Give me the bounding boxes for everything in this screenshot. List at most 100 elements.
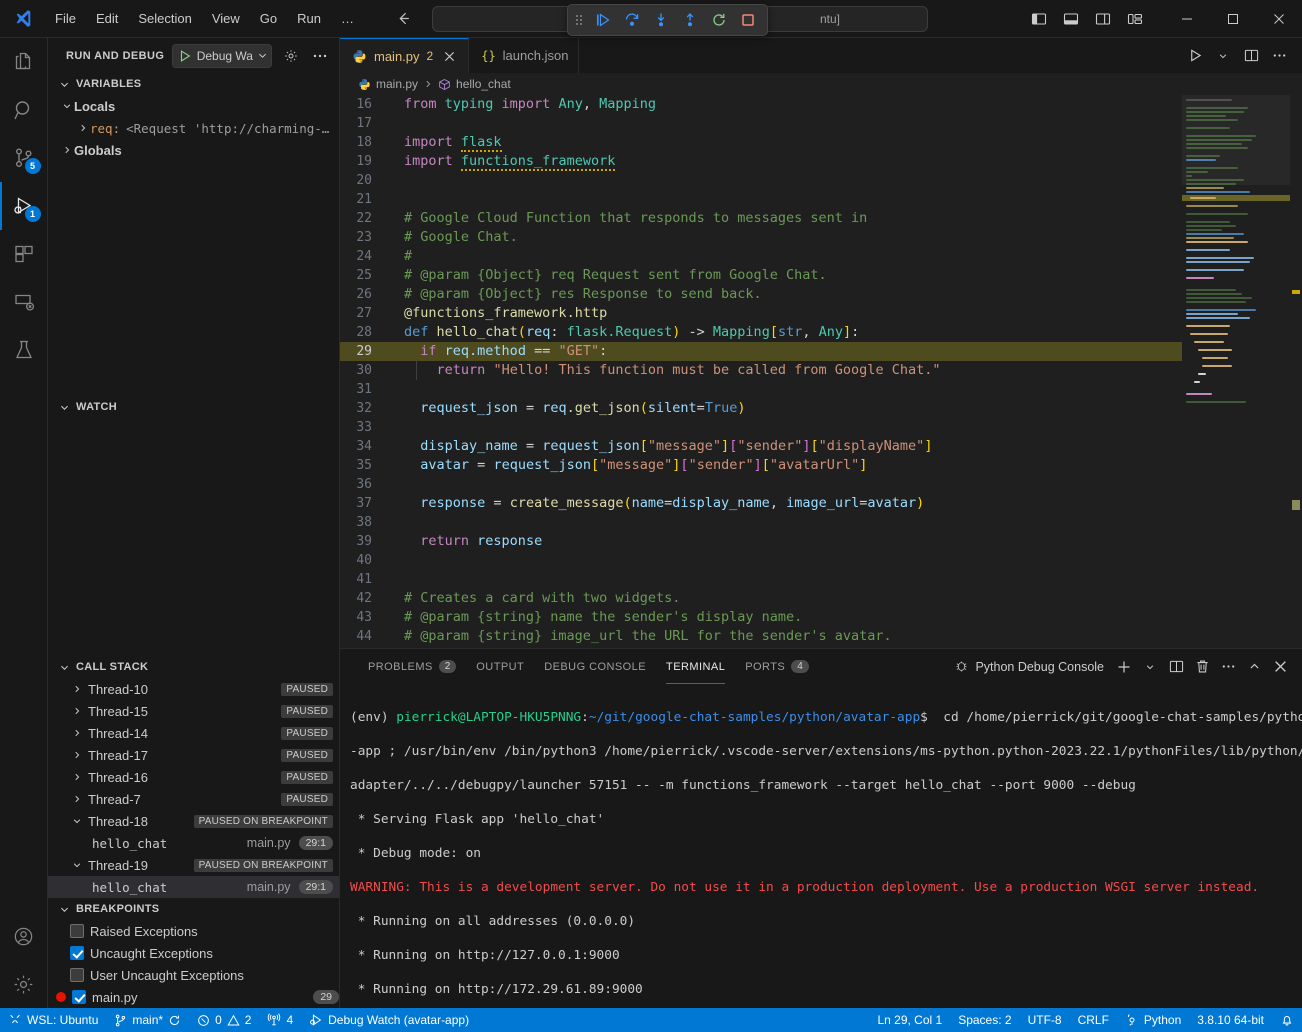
toggle-panel-icon[interactable] (1056, 6, 1086, 32)
code-line[interactable]: 34 display_name = request_json["message"… (340, 437, 1182, 456)
breadcrumb-file[interactable]: main.py (376, 77, 418, 91)
menu-more[interactable]: … (332, 8, 363, 29)
open-launch-json-icon[interactable] (280, 45, 301, 67)
activity-item-source-control[interactable]: 5 (0, 134, 48, 182)
code-line[interactable]: 41 (340, 570, 1182, 589)
drag-handle-icon[interactable] (574, 15, 587, 25)
status-indentation[interactable]: Spaces: 2 (950, 1008, 1019, 1032)
maximize-panel-icon[interactable] (1242, 655, 1266, 679)
variables-scope-locals[interactable]: Locals (48, 95, 339, 117)
terminal-selector[interactable]: Python Debug Console (954, 659, 1110, 674)
code-line[interactable]: 21 (340, 190, 1182, 209)
restart-button[interactable] (706, 8, 732, 32)
code-line[interactable]: 24# (340, 247, 1182, 266)
table-row[interactable]: Thread-10 PAUSED (48, 678, 339, 700)
activity-item-search[interactable] (0, 86, 48, 134)
code-line[interactable]: 39 return response (340, 532, 1182, 551)
step-into-button[interactable] (648, 8, 674, 32)
code-line[interactable]: 17 (340, 114, 1182, 133)
minimap[interactable] (1182, 95, 1302, 648)
checkbox[interactable] (70, 924, 84, 938)
breadcrumb-symbol[interactable]: hello_chat (456, 77, 511, 91)
table-row[interactable]: Thread-7 PAUSED (48, 788, 339, 810)
section-header-breakpoints[interactable]: BREAKPOINTS (48, 898, 339, 920)
status-debug-session[interactable]: Debug Watch (avatar-app) (301, 1008, 477, 1032)
start-debugging-icon[interactable] (173, 49, 196, 63)
code-line[interactable]: 43# @param {string} name the sender's di… (340, 608, 1182, 627)
list-item[interactable]: hello_chat main.py 29:1 (48, 876, 339, 898)
activity-item-explorer[interactable] (0, 38, 48, 86)
activity-item-accounts[interactable] (0, 912, 48, 960)
tab-main-py[interactable]: main.py 2 (340, 38, 469, 73)
activity-item-remote-explorer[interactable] (0, 278, 48, 326)
split-terminal-icon[interactable] (1164, 655, 1188, 679)
section-header-variables[interactable]: VARIABLES (48, 73, 339, 95)
menu-run[interactable]: Run (288, 8, 330, 29)
code-line[interactable]: 44# @param {string} image_url the URL fo… (340, 627, 1182, 646)
code-line[interactable]: 26# @param {Object} res Response to send… (340, 285, 1182, 304)
code-lines-container[interactable]: 16from typing import Any, Mapping 17 18i… (340, 95, 1182, 648)
chevron-down-icon[interactable] (254, 50, 272, 61)
menu-file[interactable]: File (46, 8, 85, 29)
sync-icon[interactable] (168, 1014, 181, 1027)
section-header-callstack[interactable]: CALL STACK (48, 656, 339, 678)
code-line[interactable]: 38 (340, 513, 1182, 532)
code-line[interactable]: 22# Google Cloud Function that responds … (340, 209, 1182, 228)
code-line[interactable]: 37 response = create_message(name=displa… (340, 494, 1182, 513)
code-line[interactable]: 25# @param {Object} req Request sent fro… (340, 266, 1182, 285)
code-line[interactable]: 30 return "Hello! This function must be … (340, 361, 1182, 380)
status-encoding[interactable]: UTF-8 (1020, 1008, 1070, 1032)
sidebar-more-actions-icon[interactable] (310, 45, 331, 67)
new-terminal-icon[interactable] (1112, 655, 1136, 679)
status-ports[interactable]: 4 (259, 1008, 301, 1032)
code-line[interactable]: 31 (340, 380, 1182, 399)
section-header-watch[interactable]: WATCH (48, 396, 339, 418)
code-line-breakpoint[interactable]: 29 if req.method == "GET": (340, 342, 1182, 361)
checkbox[interactable] (70, 946, 84, 960)
breakpoint-uncaught-exceptions[interactable]: Uncaught Exceptions (48, 942, 339, 964)
code-line[interactable]: 42# Creates a card with two widgets. (340, 589, 1182, 608)
tab-launch-json[interactable]: {} launch.json (469, 38, 579, 73)
chevron-down-icon[interactable] (1138, 655, 1162, 679)
maximize-window-button[interactable] (1210, 0, 1256, 38)
close-panel-icon[interactable] (1268, 655, 1292, 679)
customize-layout-icon[interactable] (1120, 6, 1150, 32)
variable-row-req[interactable]: req: <Request 'http://charming-tro… (48, 117, 339, 139)
activity-item-extensions[interactable] (0, 230, 48, 278)
terminal-output[interactable]: (env) pierrick@LAPTOP-HKU5PNNG:~/git/goo… (340, 684, 1302, 1008)
table-row[interactable]: Thread-18 PAUSED ON BREAKPOINT (48, 810, 339, 832)
launch-configuration-select[interactable]: Debug Wa (172, 44, 272, 68)
tab-ports[interactable]: PORTS 4 (735, 649, 819, 684)
breakpoint-main-py[interactable]: main.py 29 (48, 986, 339, 1008)
watch-expressions-list[interactable] (48, 418, 339, 656)
code-line[interactable]: 45# @return {Object} a card with the use… (340, 646, 1182, 648)
breakpoint-user-uncaught-exceptions[interactable]: User Uncaught Exceptions (48, 964, 339, 986)
code-line[interactable]: 40 (340, 551, 1182, 570)
activity-item-testing[interactable] (0, 326, 48, 374)
table-row[interactable]: Thread-17 PAUSED (48, 744, 339, 766)
status-notifications[interactable] (1272, 1008, 1302, 1032)
table-row[interactable]: Thread-19 PAUSED ON BREAKPOINT (48, 854, 339, 876)
status-eol[interactable]: CRLF (1070, 1008, 1117, 1032)
status-language-mode[interactable]: Python (1117, 1008, 1189, 1032)
activity-item-settings[interactable] (0, 960, 48, 1008)
table-row[interactable]: Thread-14 PAUSED (48, 722, 339, 744)
more-actions-icon[interactable] (1216, 655, 1240, 679)
trash-icon[interactable] (1190, 655, 1214, 679)
tab-debug-console[interactable]: DEBUG CONSOLE (534, 649, 656, 684)
step-out-button[interactable] (677, 8, 703, 32)
breakpoint-raised-exceptions[interactable]: Raised Exceptions (48, 920, 339, 942)
step-over-button[interactable] (619, 8, 645, 32)
code-line[interactable]: 20 (340, 171, 1182, 190)
code-line[interactable]: 32 request_json = req.get_json(silent=Tr… (340, 399, 1182, 418)
menu-selection[interactable]: Selection (129, 8, 200, 29)
code-line[interactable]: 27@functions_framework.http (340, 304, 1182, 323)
stop-button[interactable] (735, 8, 761, 32)
close-icon[interactable] (440, 47, 458, 65)
tab-terminal[interactable]: TERMINAL (656, 649, 735, 684)
run-dropdown-icon[interactable] (1210, 43, 1236, 69)
status-remote-host[interactable]: WSL: Ubuntu (0, 1008, 106, 1032)
tab-output[interactable]: OUTPUT (466, 649, 534, 684)
status-problems[interactable]: 0 2 (189, 1008, 259, 1032)
code-line[interactable]: 19import functions_framework (340, 152, 1182, 171)
